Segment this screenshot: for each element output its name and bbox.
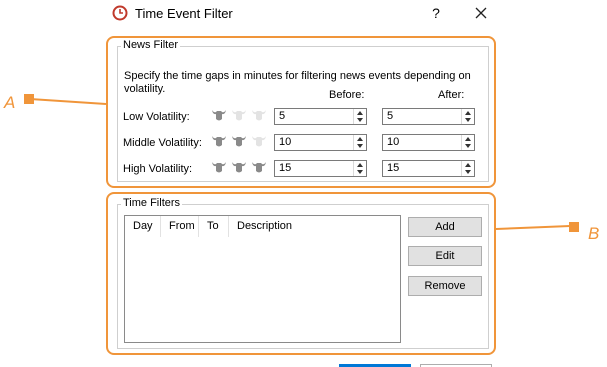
- callout-b-label: B: [588, 224, 600, 243]
- spin-arrows[interactable]: [461, 109, 474, 124]
- spin-up-icon[interactable]: [465, 163, 471, 167]
- bull-icon: [212, 110, 226, 121]
- spin-down-icon[interactable]: [357, 144, 363, 148]
- column-from[interactable]: From: [161, 216, 199, 237]
- spin-down-icon[interactable]: [357, 118, 363, 122]
- callout-a-line: [30, 98, 107, 105]
- spin-up-icon[interactable]: [465, 137, 471, 141]
- after-header: After:: [438, 89, 465, 101]
- spin-up-icon[interactable]: [357, 111, 363, 115]
- middle-before-value[interactable]: 10: [279, 136, 291, 148]
- time-filters-label: Time Filters: [121, 197, 183, 209]
- spin-down-icon[interactable]: [465, 118, 471, 122]
- bull-icon: [232, 162, 246, 173]
- callout-a-label: A: [4, 93, 16, 112]
- before-header: Before:: [329, 89, 365, 101]
- add-button[interactable]: Add: [408, 217, 482, 237]
- bull-icon: [232, 110, 246, 121]
- close-icon[interactable]: [472, 4, 490, 22]
- news-filter-description: Specify the time gaps in minutes for fil…: [124, 70, 471, 95]
- high-before-spinbox[interactable]: 15: [274, 160, 367, 177]
- high-volatility-label: High Volatility:: [123, 163, 193, 175]
- window-title: Time Event Filter: [135, 6, 233, 21]
- bull-icon: [252, 162, 266, 173]
- low-volatility-bulls: [211, 108, 267, 124]
- edit-button[interactable]: Edit: [408, 246, 482, 266]
- remove-button[interactable]: Remove: [408, 276, 482, 296]
- help-button[interactable]: ?: [428, 4, 444, 22]
- high-before-value[interactable]: 15: [279, 162, 291, 174]
- spin-up-icon[interactable]: [357, 137, 363, 141]
- high-volatility-bulls: [211, 160, 267, 176]
- callout-b-line: [495, 225, 571, 230]
- middle-after-spinbox[interactable]: 10: [382, 134, 475, 151]
- middle-volatility-bulls: [211, 134, 267, 150]
- low-volatility-label: Low Volatility:: [123, 111, 190, 123]
- spin-down-icon[interactable]: [465, 144, 471, 148]
- low-after-value[interactable]: 5: [387, 110, 393, 122]
- middle-after-value[interactable]: 10: [387, 136, 399, 148]
- high-after-spinbox[interactable]: 15: [382, 160, 475, 177]
- spin-arrows[interactable]: [353, 135, 366, 150]
- low-before-spinbox[interactable]: 5: [274, 108, 367, 125]
- low-before-value[interactable]: 5: [279, 110, 285, 122]
- spin-down-icon[interactable]: [357, 170, 363, 174]
- bull-icon: [212, 136, 226, 147]
- spin-arrows[interactable]: [461, 161, 474, 176]
- bull-icon: [232, 136, 246, 147]
- spin-up-icon[interactable]: [357, 163, 363, 167]
- column-description[interactable]: Description: [229, 216, 401, 237]
- spin-up-icon[interactable]: [465, 111, 471, 115]
- clock-icon: [112, 5, 128, 21]
- column-day[interactable]: Day: [125, 216, 161, 237]
- callout-b-marker: [569, 222, 579, 232]
- spin-down-icon[interactable]: [465, 170, 471, 174]
- column-to[interactable]: To: [199, 216, 229, 237]
- bull-icon: [252, 110, 266, 121]
- middle-before-spinbox[interactable]: 10: [274, 134, 367, 151]
- high-after-value[interactable]: 15: [387, 162, 399, 174]
- news-filter-label: News Filter: [121, 39, 181, 51]
- spin-arrows[interactable]: [353, 161, 366, 176]
- low-after-spinbox[interactable]: 5: [382, 108, 475, 125]
- spin-arrows[interactable]: [461, 135, 474, 150]
- bull-icon: [252, 136, 266, 147]
- spin-arrows[interactable]: [353, 109, 366, 124]
- middle-volatility-label: Middle Volatility:: [123, 137, 202, 149]
- time-filters-list[interactable]: Day From To Description: [124, 215, 401, 343]
- bull-icon: [212, 162, 226, 173]
